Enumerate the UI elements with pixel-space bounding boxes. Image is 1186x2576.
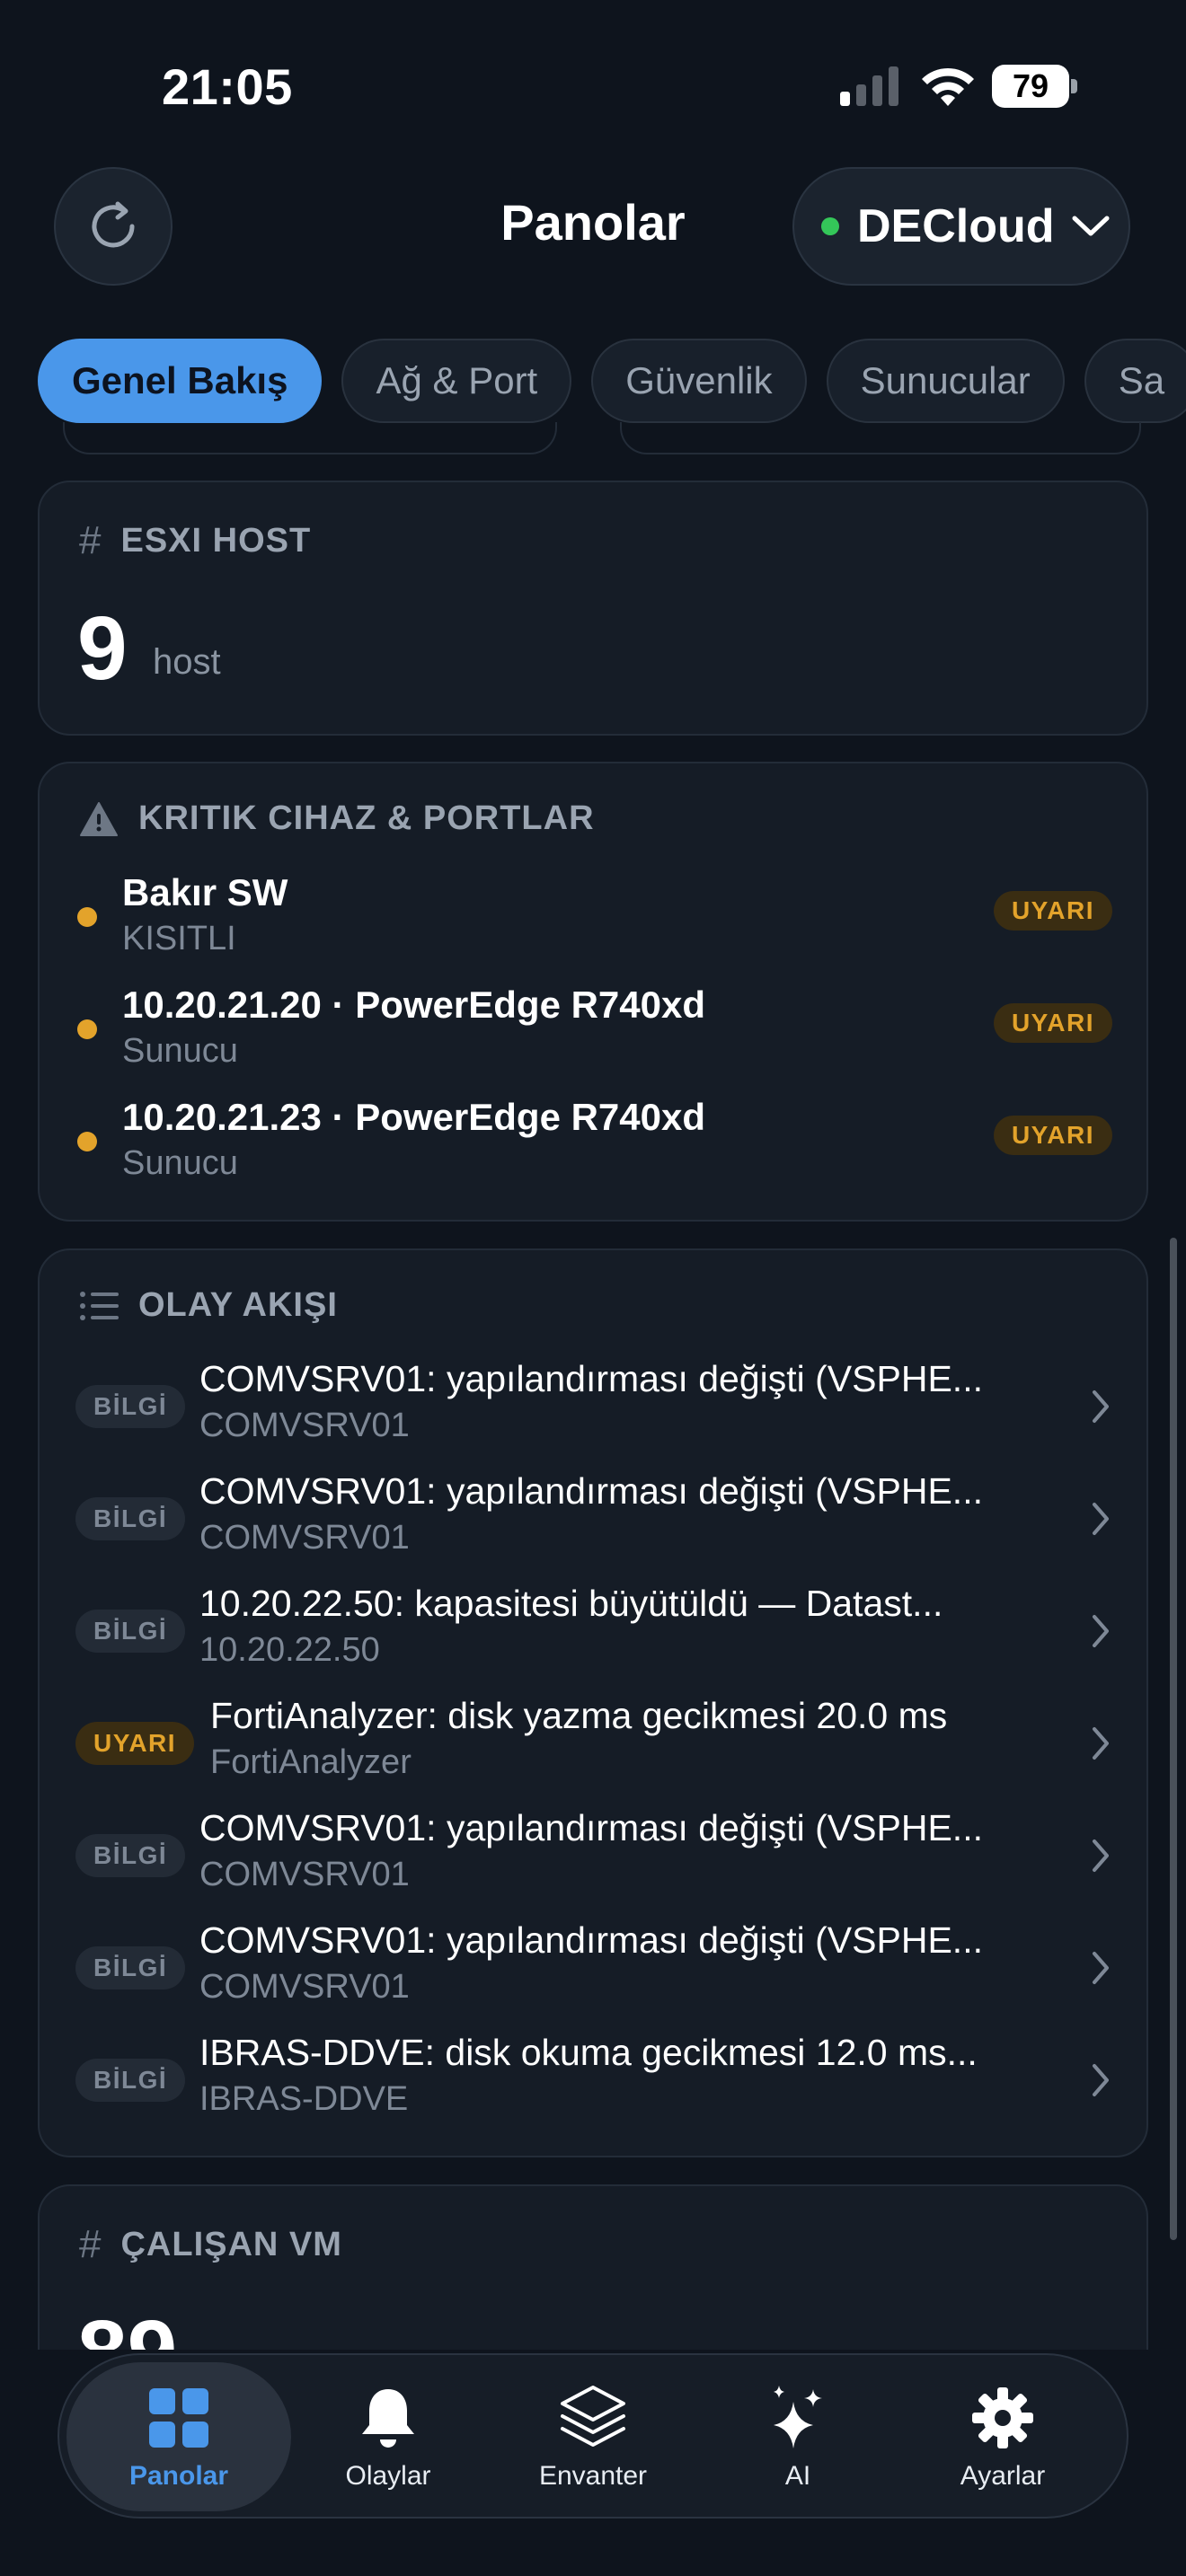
event-row[interactable]: BİLGİ COMVSRV01: yapılandırması değişti … — [75, 1807, 1114, 1919]
sparkles-icon — [762, 2382, 834, 2454]
warning-triangle-icon — [80, 801, 118, 836]
event-row[interactable]: UYARI FortiAnalyzer: disk yazma gecikmes… — [75, 1695, 1114, 1806]
hash-icon: # — [79, 2222, 102, 2266]
warning-dot — [77, 907, 97, 927]
nav-ai[interactable]: AI — [699, 2362, 897, 2511]
status-badge: UYARI — [993, 1116, 1112, 1155]
warning-dot — [77, 1019, 97, 1039]
running-vm-card[interactable]: # ÇALIŞAN VM 89 — [38, 2184, 1148, 2350]
event-badge: BİLGİ — [75, 1610, 186, 1653]
gear-icon — [967, 2382, 1039, 2454]
event-row[interactable]: BİLGİ IBRAS-DDVE: disk okuma gecikmesi 1… — [75, 2032, 1114, 2143]
online-status-dot — [821, 217, 839, 235]
wifi-icon — [922, 67, 974, 106]
event-row[interactable]: BİLGİ COMVSRV01: yapılandırması değişti … — [75, 1358, 1114, 1469]
event-badge: UYARI — [75, 1722, 195, 1765]
event-badge: BİLGİ — [75, 1834, 186, 1877]
tenant-name: DECloud — [857, 200, 1055, 252]
nav-envanter[interactable]: Envanter — [494, 2362, 692, 2511]
event-badge: BİLGİ — [75, 1385, 186, 1428]
battery-icon: 79 — [992, 65, 1078, 108]
bottom-nav: Panolar Olaylar Envanter AI Ayarlar — [58, 2353, 1128, 2519]
critical-device-row[interactable]: Bakır SW KISITLI UYARI — [77, 871, 1112, 979]
tab-ag-port[interactable]: Ağ & Port — [341, 339, 572, 423]
chevron-down-icon — [1072, 216, 1110, 236]
critical-devices-card: KRITIK CIHAZ & PORTLAR Bakır SW KISITLI … — [38, 762, 1148, 1222]
nav-ayarlar[interactable]: Ayarlar — [904, 2362, 1102, 2511]
battery-level: 79 — [992, 65, 1069, 108]
esxi-host-unit: host — [153, 642, 221, 682]
status-badge: UYARI — [993, 1003, 1112, 1043]
status-bar: 21:05 79 — [0, 0, 1186, 171]
critical-device-row[interactable]: 10.20.21.23 · PowerEdge R740xd Sunucu UY… — [77, 1096, 1112, 1204]
card-title: ÇALIŞAN VM — [120, 2225, 342, 2263]
card-title: ESXI HOST — [120, 521, 312, 560]
esxi-host-card[interactable]: # ESXI HOST 9 host — [38, 481, 1148, 736]
tab-sa[interactable]: Sa — [1084, 339, 1186, 423]
event-row[interactable]: BİLGİ COMVSRV01: yapılandırması değişti … — [75, 1470, 1114, 1582]
status-time: 21:05 — [162, 58, 293, 115]
tab-genel-bakis[interactable]: Genel Bakış — [38, 339, 323, 423]
warning-dot — [77, 1132, 97, 1151]
layers-icon — [557, 2382, 629, 2454]
screen: 21:05 79 Panolar DECloud Genel Bakış Ağ … — [0, 0, 1186, 2576]
tab-bar: Genel Bakış Ağ & Port Güvenlik Sunucular… — [38, 339, 1186, 423]
chevron-right-icon — [1093, 2064, 1109, 2096]
chevron-right-icon — [1093, 1727, 1109, 1760]
tenant-selector[interactable]: DECloud — [792, 167, 1130, 286]
nav-panolar[interactable]: Panolar — [66, 2362, 291, 2511]
card-title: KRITIK CIHAZ & PORTLAR — [138, 799, 595, 837]
grid-icon — [143, 2382, 215, 2454]
event-row[interactable]: BİLGİ 10.20.22.50: kapasitesi büyütüldü … — [75, 1583, 1114, 1694]
event-badge: BİLGİ — [75, 2059, 186, 2102]
chevron-right-icon — [1093, 1615, 1109, 1647]
critical-device-row[interactable]: 10.20.21.20 · PowerEdge R740xd Sunucu UY… — [77, 984, 1112, 1091]
chevron-right-icon — [1093, 1839, 1109, 1872]
nav-olaylar[interactable]: Olaylar — [289, 2362, 487, 2511]
event-badge: BİLGİ — [75, 1497, 186, 1540]
status-badge: UYARI — [993, 891, 1112, 931]
chevron-right-icon — [1093, 1952, 1109, 1984]
bell-icon — [352, 2382, 424, 2454]
event-row[interactable]: BİLGİ COMVSRV01: yapılandırması değişti … — [75, 1919, 1114, 2031]
tab-guvenlik[interactable]: Güvenlik — [591, 339, 807, 423]
tab-sunucular[interactable]: Sunucular — [826, 339, 1065, 423]
hash-icon: # — [79, 518, 102, 562]
event-badge: BİLGİ — [75, 1946, 186, 1989]
scrolled-card-edge — [620, 422, 1141, 454]
scrolled-card-edge — [63, 422, 557, 454]
card-title: OLAY AKIŞI — [138, 1286, 338, 1324]
scrollbar[interactable] — [1170, 1238, 1177, 2240]
chevron-right-icon — [1093, 1503, 1109, 1535]
cellular-signal-icon — [840, 66, 898, 106]
esxi-host-count: 9 — [77, 598, 128, 699]
chevron-right-icon — [1093, 1390, 1109, 1423]
list-icon — [80, 1291, 119, 1320]
running-vm-count: 89 — [77, 2307, 177, 2350]
event-feed-card: OLAY AKIŞI BİLGİ COMVSRV01: yapılandırma… — [38, 1248, 1148, 2157]
